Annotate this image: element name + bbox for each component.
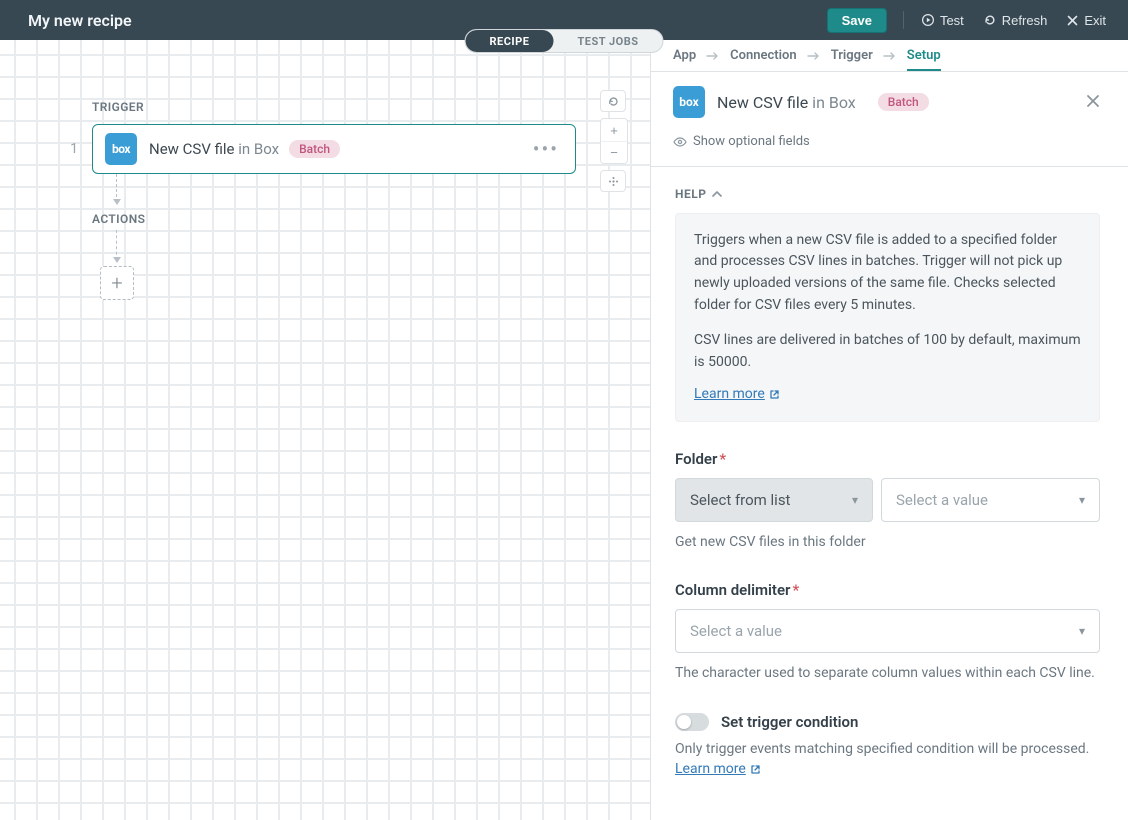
zoom-in-button[interactable]: +	[601, 119, 627, 141]
folder-label: Folder*	[675, 450, 1100, 468]
box-app-icon: box	[673, 86, 705, 118]
delimiter-label: Column delimiter*	[675, 581, 1100, 599]
panel-title: New CSV file in Box	[717, 93, 856, 112]
required-marker: *	[792, 581, 799, 599]
caret-down-icon: ▾	[1079, 493, 1085, 507]
trigger-condition-row: Set trigger condition	[675, 713, 1100, 731]
header-actions: Save Test Refresh Exit	[827, 8, 1108, 33]
caret-down-icon: ▾	[1079, 624, 1085, 638]
refresh-icon	[984, 14, 996, 26]
connector-1	[116, 174, 117, 202]
trigger-condition-hint: Only trigger events matching specified c…	[675, 739, 1100, 780]
fit-button[interactable]	[600, 170, 626, 192]
help-box: Triggers when a new CSV file is added to…	[675, 213, 1100, 423]
batch-badge: Batch	[289, 140, 340, 158]
delimiter-hint: The character used to separate column va…	[675, 663, 1100, 683]
delimiter-field: Column delimiter* Select a value ▾ The c…	[675, 581, 1100, 683]
chevron-right-icon	[807, 51, 821, 61]
refresh-button[interactable]: Refresh	[982, 11, 1050, 30]
folder-field: Folder* Select from list ▾ Select a valu…	[675, 450, 1100, 552]
trigger-condition-label: Set trigger condition	[721, 713, 858, 731]
trigger-condition-toggle[interactable]	[675, 713, 709, 731]
connector-2	[116, 230, 117, 260]
flow: TRIGGER 1 box New CSV file in Box Batch …	[60, 100, 576, 300]
help-paragraph-1: Triggers when a new CSV file is added to…	[694, 230, 1081, 317]
canvas-controls: + −	[600, 90, 628, 192]
close-icon	[1067, 15, 1078, 26]
breadcrumb: App Connection Trigger Setup	[651, 40, 1128, 72]
help-paragraph-2: CSV lines are delivered in batches of 10…	[694, 330, 1081, 373]
panel-header: box New CSV file in Box Batch	[651, 72, 1128, 118]
chevron-up-icon	[712, 190, 722, 198]
actions-section-label: ACTIONS	[92, 212, 576, 226]
trigger-step-card[interactable]: box New CSV file in Box Batch •••	[92, 124, 576, 174]
canvas[interactable]: TRIGGER 1 box New CSV file in Box Batch …	[0, 40, 650, 820]
optional-fields-row: Show optional fields	[651, 118, 1128, 167]
crumb-setup[interactable]: Setup	[907, 48, 941, 63]
folder-hint: Get new CSV files in this folder	[675, 532, 1100, 552]
trigger-section-label: TRIGGER	[92, 100, 576, 114]
tab-recipe[interactable]: RECIPE	[466, 30, 554, 52]
caret-down-icon: ▾	[852, 493, 858, 507]
trigger-step-row: 1 box New CSV file in Box Batch •••	[60, 124, 576, 174]
save-button[interactable]: Save	[827, 8, 887, 33]
help-learn-more-link[interactable]: Learn more	[694, 384, 780, 406]
external-link-icon	[750, 764, 761, 775]
external-link-icon	[769, 389, 780, 400]
crumb-app[interactable]: App	[673, 48, 696, 63]
condition-learn-more-link[interactable]: Learn more	[675, 759, 761, 779]
batch-badge: Batch	[878, 93, 929, 111]
close-panel-button[interactable]	[1080, 92, 1106, 112]
tab-test-jobs[interactable]: TEST JOBS	[553, 30, 662, 52]
undo-button[interactable]	[600, 90, 626, 112]
crumb-trigger[interactable]: Trigger	[831, 48, 873, 63]
recipe-title: My new recipe	[28, 11, 132, 30]
zoom-out-button[interactable]: −	[601, 141, 627, 163]
box-app-icon: box	[105, 133, 137, 165]
step-number: 1	[60, 141, 78, 157]
help-toggle[interactable]: HELP	[675, 187, 1100, 201]
play-icon	[922, 14, 934, 26]
add-step-button[interactable]: +	[100, 266, 134, 300]
config-panel: App Connection Trigger Setup box New CSV…	[650, 40, 1128, 820]
required-marker: *	[719, 450, 726, 468]
crumb-connection[interactable]: Connection	[730, 48, 797, 63]
panel-scroll[interactable]: HELP Triggers when a new CSV file is add…	[651, 167, 1128, 820]
view-tabs: RECIPE TEST JOBS	[465, 29, 664, 53]
exit-button[interactable]: Exit	[1065, 11, 1108, 30]
step-title: New CSV file in Box	[149, 140, 279, 158]
eye-icon	[673, 136, 687, 148]
fit-icon	[607, 175, 620, 188]
chevron-right-icon	[883, 51, 897, 61]
header-divider	[903, 11, 904, 29]
zoom-group: + −	[600, 118, 628, 164]
show-optional-fields-link[interactable]: Show optional fields	[673, 134, 810, 149]
folder-value-select[interactable]: Select a value ▾	[881, 478, 1100, 522]
delimiter-value-select[interactable]: Select a value ▾	[675, 609, 1100, 653]
step-menu-button[interactable]: •••	[529, 137, 563, 161]
folder-mode-select[interactable]: Select from list ▾	[675, 478, 873, 522]
undo-icon	[607, 95, 620, 108]
test-button[interactable]: Test	[920, 11, 966, 30]
chevron-right-icon	[706, 51, 720, 61]
close-icon	[1086, 94, 1100, 108]
